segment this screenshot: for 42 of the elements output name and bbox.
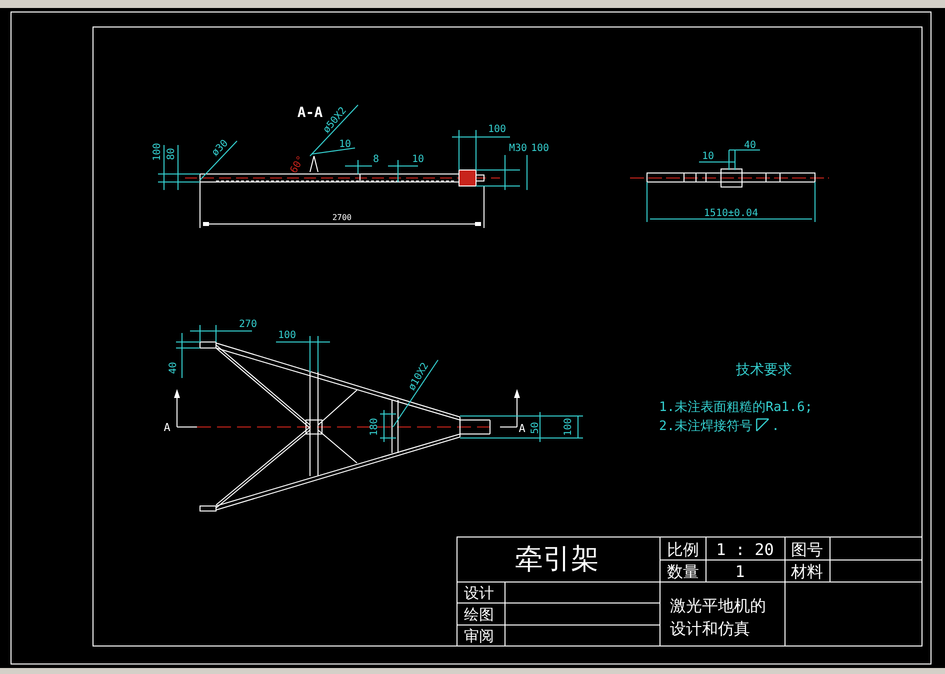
dimension-label: 10	[412, 154, 424, 165]
role-label: 设计	[464, 584, 494, 602]
title-block-text: 材料	[791, 562, 823, 581]
role-label: 绘图	[464, 606, 494, 624]
section-arrow-drawing	[174, 389, 198, 428]
dimension-label: 100	[563, 418, 574, 436]
title-block-text: 图号	[791, 540, 823, 559]
requirement-text: .	[772, 419, 780, 434]
dimension-label: 60°	[288, 154, 308, 176]
dimension-label: 10	[702, 151, 714, 162]
dimension-label: 100	[152, 142, 163, 162]
requirement-text: 2.未注焊接符号	[659, 419, 753, 434]
part-name: 牵引架	[515, 542, 599, 575]
dimension-label: 80	[166, 148, 177, 160]
dimension-label: M30	[508, 143, 528, 154]
dimension-label: 100	[488, 124, 506, 135]
weld-symbol-icon	[756, 418, 770, 432]
dimension-label: 50	[530, 422, 541, 434]
title-block-text: 比例	[667, 540, 699, 559]
section-mark: A	[518, 422, 526, 435]
dimension-label: 270	[238, 319, 258, 330]
dimension-label: 180	[369, 418, 380, 436]
dimension-label: 10	[338, 139, 352, 150]
dimension-label: 8	[372, 154, 380, 165]
dimension-label: 2700	[332, 213, 352, 222]
title-block-text: 1	[735, 562, 745, 581]
dimension-label: 40	[744, 140, 756, 151]
title-block-text: 数量	[667, 562, 699, 581]
section-mark: A	[164, 421, 170, 434]
project-title: 激光平地机的	[670, 596, 766, 615]
title-block-text: 1 : 20	[716, 540, 774, 559]
requirements-title: 技术要求	[736, 362, 792, 378]
dimension-label: 100	[530, 143, 550, 154]
dimension-label: 40	[168, 362, 179, 374]
dimension-label: ø30	[210, 138, 230, 158]
role-label: 审阅	[464, 627, 494, 645]
dimension-label: 1510±0.04	[704, 208, 758, 219]
dimension-label: 100	[278, 330, 296, 341]
section-title: A-A	[297, 105, 323, 121]
requirement-text: 1.未注表面粗糙的Ra1.6;	[659, 400, 813, 415]
section-arrow-drawing	[500, 389, 520, 428]
project-title: 设计和仿真	[670, 619, 750, 638]
